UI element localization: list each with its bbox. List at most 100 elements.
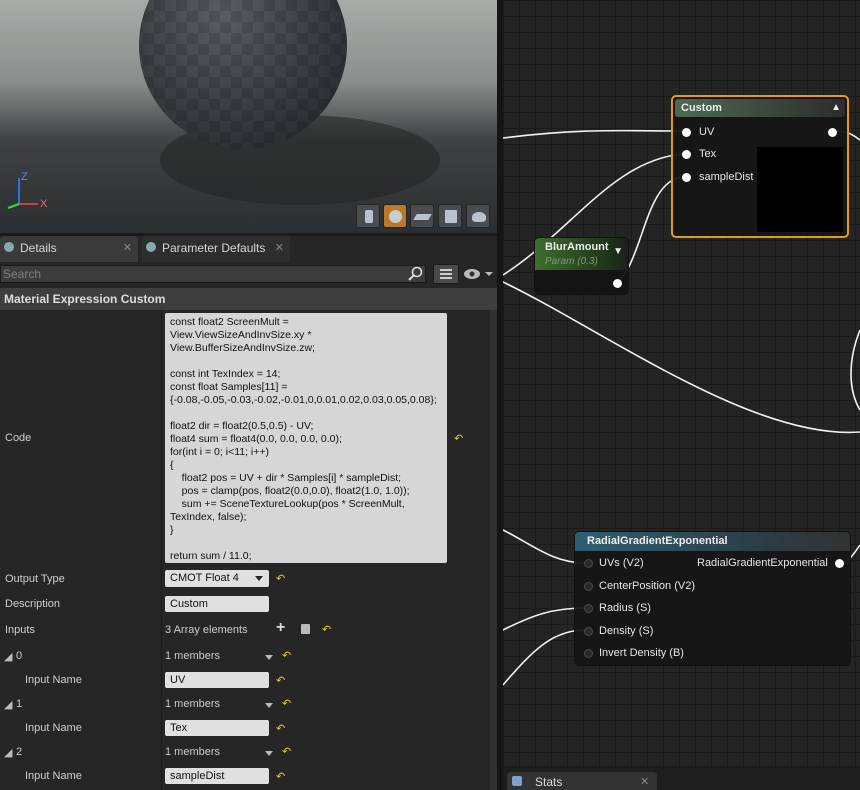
- pin-uvs[interactable]: [584, 559, 593, 568]
- material-preview-viewport[interactable]: Z X: [0, 0, 497, 233]
- tab-details-label: Details: [20, 241, 57, 255]
- section-header[interactable]: Material Expression Custom: [0, 288, 497, 310]
- wire-graph-1: [503, 281, 860, 434]
- search-input[interactable]: Search: [0, 265, 426, 283]
- pin-radial-output[interactable]: [835, 559, 844, 568]
- reset-to-default-icon[interactable]: ↶: [276, 674, 285, 687]
- pin-uv[interactable]: [682, 128, 691, 137]
- close-icon[interactable]: ✕: [123, 241, 132, 254]
- details-scrollbar[interactable]: [490, 310, 497, 790]
- chevron-down-icon: [265, 751, 273, 756]
- expand-triangle-icon[interactable]: ◢: [4, 650, 12, 663]
- members-dropdown[interactable]: 1 members: [165, 650, 273, 666]
- wire-radius: [503, 607, 586, 631]
- wire-graph-2: [850, 329, 860, 411]
- pin-sampledist[interactable]: [682, 173, 691, 182]
- reset-to-default-icon[interactable]: ↶: [322, 623, 331, 636]
- custom-node[interactable]: Custom ▲ UV Tex sampleDist: [671, 95, 849, 238]
- pin-invert-density[interactable]: [584, 649, 593, 658]
- preview-cube-button[interactable]: [438, 204, 462, 228]
- code-line: View.BufferSizeAndInvSize.zw;: [170, 342, 315, 354]
- expand-triangle-icon[interactable]: ◢: [4, 746, 12, 759]
- radialgradient-node-header[interactable]: RadialGradientExponential: [575, 532, 850, 551]
- description-label: Description: [5, 598, 61, 610]
- description-field[interactable]: Custom: [165, 596, 269, 612]
- custom-node-header[interactable]: Custom ▲: [675, 99, 845, 117]
- code-line: for(int i = 0; i<11; i++): [170, 446, 270, 458]
- code-line: return sum / 11.0;: [170, 550, 252, 562]
- input-name-label: Input Name: [25, 674, 82, 686]
- trash-icon[interactable]: [301, 624, 310, 634]
- output-type-label: Output Type: [5, 573, 65, 585]
- bluramount-node-header[interactable]: BlurAmount Param (0.3) ▼: [535, 238, 628, 270]
- chevron-down-icon: [265, 703, 273, 708]
- input-name-field[interactable]: UV: [165, 672, 269, 688]
- pin-tex[interactable]: [682, 150, 691, 159]
- input-index: 1: [16, 698, 23, 710]
- reset-to-default-icon[interactable]: ↶: [276, 572, 285, 585]
- tab-stats[interactable]: Stats ✕: [507, 772, 657, 790]
- output-type-dropdown[interactable]: CMOT Float 4: [165, 570, 269, 587]
- close-icon[interactable]: ✕: [640, 775, 649, 788]
- preview-plane-button[interactable]: [410, 204, 434, 228]
- pin-radius-label: Radius (S): [599, 602, 651, 614]
- code-line: float4 sum = float4(0.0, 0.0, 0.0, 0.0);: [170, 433, 342, 445]
- code-textarea[interactable]: const float2 ScreenMult = View.ViewSizeAn…: [165, 313, 447, 563]
- reset-to-default-icon[interactable]: ↶: [282, 697, 291, 710]
- stats-panel: Stats ✕: [503, 768, 860, 790]
- details-panel: Details ✕ Parameter Defaults ✕ Search Ma…: [0, 236, 497, 790]
- code-line: {: [170, 459, 174, 471]
- reset-to-default-icon[interactable]: ↶: [282, 745, 291, 758]
- code-line: }: [170, 524, 174, 536]
- expand-triangle-icon[interactable]: ◢: [4, 698, 12, 711]
- radialgradient-node[interactable]: RadialGradientExponential UVs (V2) Cente…: [574, 531, 851, 666]
- custom-node-title: Custom: [681, 102, 722, 114]
- search-icon[interactable]: [408, 266, 424, 282]
- members-value: 1 members: [165, 746, 221, 758]
- column-divider: [161, 310, 162, 790]
- radialgradient-node-title: RadialGradientExponential: [587, 535, 728, 547]
- bluramount-node[interactable]: BlurAmount Param (0.3) ▼: [534, 237, 629, 295]
- property-matrix-button[interactable]: [433, 264, 459, 284]
- bluramount-node-subtitle: Param (0.3): [545, 256, 598, 267]
- pin-custom-output[interactable]: [828, 128, 837, 137]
- inputs-label: Inputs: [5, 624, 35, 636]
- reset-to-default-icon[interactable]: ↶: [276, 770, 285, 783]
- close-icon[interactable]: ✕: [275, 241, 284, 254]
- bluramount-node-title: BlurAmount: [545, 241, 609, 253]
- reset-to-default-icon[interactable]: ↶: [282, 649, 291, 662]
- eye-visibility-icon[interactable]: [463, 267, 493, 281]
- collapse-icon[interactable]: ▲: [831, 102, 841, 113]
- preview-teapot-button[interactable]: [466, 204, 490, 228]
- pin-radius[interactable]: [584, 604, 593, 613]
- custom-node-preview: [757, 147, 843, 232]
- pin-sampledist-label: sampleDist: [699, 171, 754, 183]
- collapse-icon[interactable]: ▼: [613, 246, 623, 257]
- preview-sphere-button[interactable]: [383, 204, 407, 228]
- pin-invert-density-label: Invert Density (B): [599, 647, 684, 659]
- input-name-field[interactable]: Tex: [165, 720, 269, 736]
- tab-details[interactable]: Details ✕: [0, 236, 138, 262]
- code-line: sum += SceneTextureLookup(pos * ScreenMu…: [170, 498, 405, 510]
- input-name-field[interactable]: sampleDist: [165, 768, 269, 784]
- material-graph-canvas[interactable]: Custom ▲ UV Tex sampleDist BlurAmount Pa…: [503, 0, 860, 766]
- code-line: float2 pos = UV + dir * Samples[i] * sam…: [170, 472, 402, 484]
- code-line: const int TexIndex = 14;: [170, 368, 281, 380]
- input-index: 0: [16, 650, 23, 662]
- output-type-value: CMOT Float 4: [170, 572, 239, 584]
- info-icon: [146, 242, 156, 252]
- add-element-icon[interactable]: +: [276, 619, 285, 637]
- members-dropdown[interactable]: 1 members: [165, 746, 273, 762]
- pin-tex-label: Tex: [699, 148, 717, 160]
- info-icon: [4, 242, 14, 252]
- pin-centerposition[interactable]: [584, 582, 593, 591]
- section-title: Material Expression Custom: [4, 292, 166, 306]
- reset-to-default-icon[interactable]: ↶: [276, 722, 285, 735]
- preview-cylinder-button[interactable]: [356, 204, 380, 228]
- members-dropdown[interactable]: 1 members: [165, 698, 273, 714]
- reset-to-default-icon[interactable]: ↶: [454, 432, 463, 445]
- pin-density[interactable]: [584, 627, 593, 636]
- pin-bluramount-output[interactable]: [613, 279, 622, 288]
- tab-parameter-defaults[interactable]: Parameter Defaults ✕: [142, 236, 290, 262]
